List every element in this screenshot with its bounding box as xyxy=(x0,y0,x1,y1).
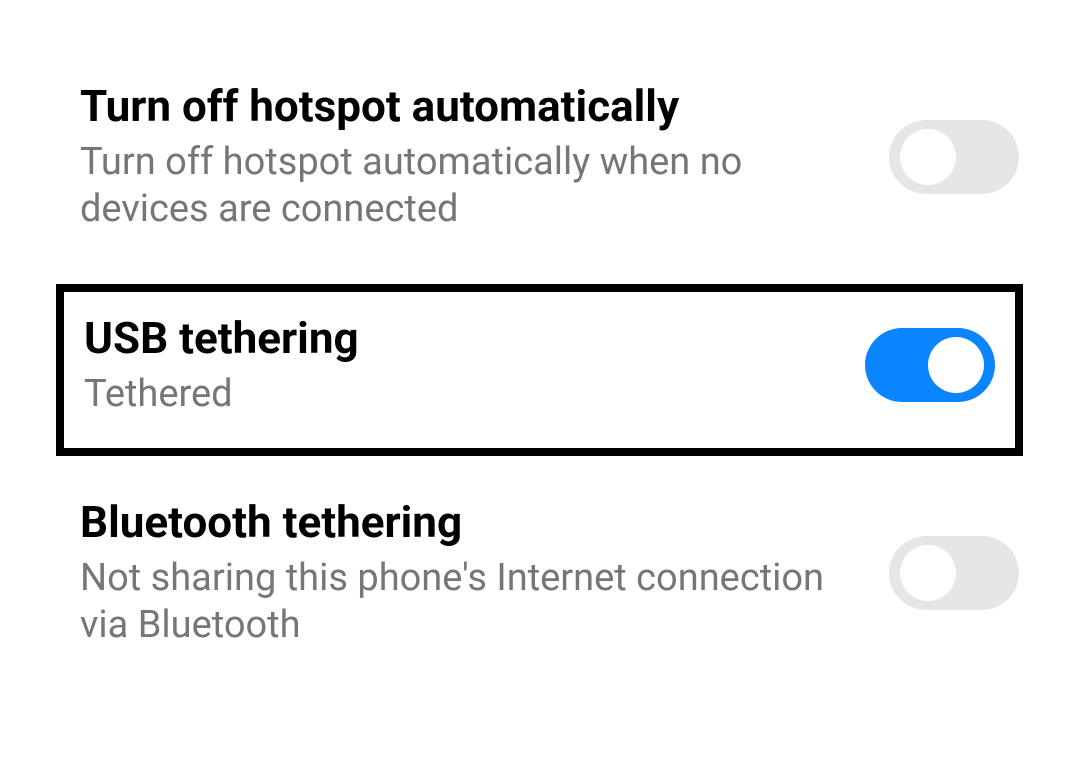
setting-title: Turn off hotspot automatically xyxy=(80,80,849,133)
setting-title: Bluetooth tethering xyxy=(80,496,849,549)
setting-subtitle: Turn off hotspot automatically when no d… xyxy=(80,139,849,234)
setting-bluetooth-tethering[interactable]: Bluetooth tethering Not sharing this pho… xyxy=(0,476,1079,680)
setting-usb-tethering[interactable]: USB tethering Tethered xyxy=(56,284,1023,456)
toggle-bluetooth-tethering[interactable] xyxy=(889,536,1019,610)
setting-text: Turn off hotspot automatically Turn off … xyxy=(80,80,889,234)
setting-hotspot-auto-off[interactable]: Turn off hotspot automatically Turn off … xyxy=(0,60,1079,264)
setting-subtitle: Tethered xyxy=(84,371,825,419)
setting-title: USB tethering xyxy=(84,312,825,365)
setting-text: Bluetooth tethering Not sharing this pho… xyxy=(80,496,889,650)
setting-subtitle: Not sharing this phone's Internet connec… xyxy=(80,555,849,650)
toggle-hotspot-auto-off[interactable] xyxy=(889,120,1019,194)
toggle-knob xyxy=(928,337,984,393)
setting-text: USB tethering Tethered xyxy=(84,312,865,418)
toggle-usb-tethering[interactable] xyxy=(865,328,995,402)
toggle-knob xyxy=(900,129,956,185)
toggle-knob xyxy=(900,545,956,601)
